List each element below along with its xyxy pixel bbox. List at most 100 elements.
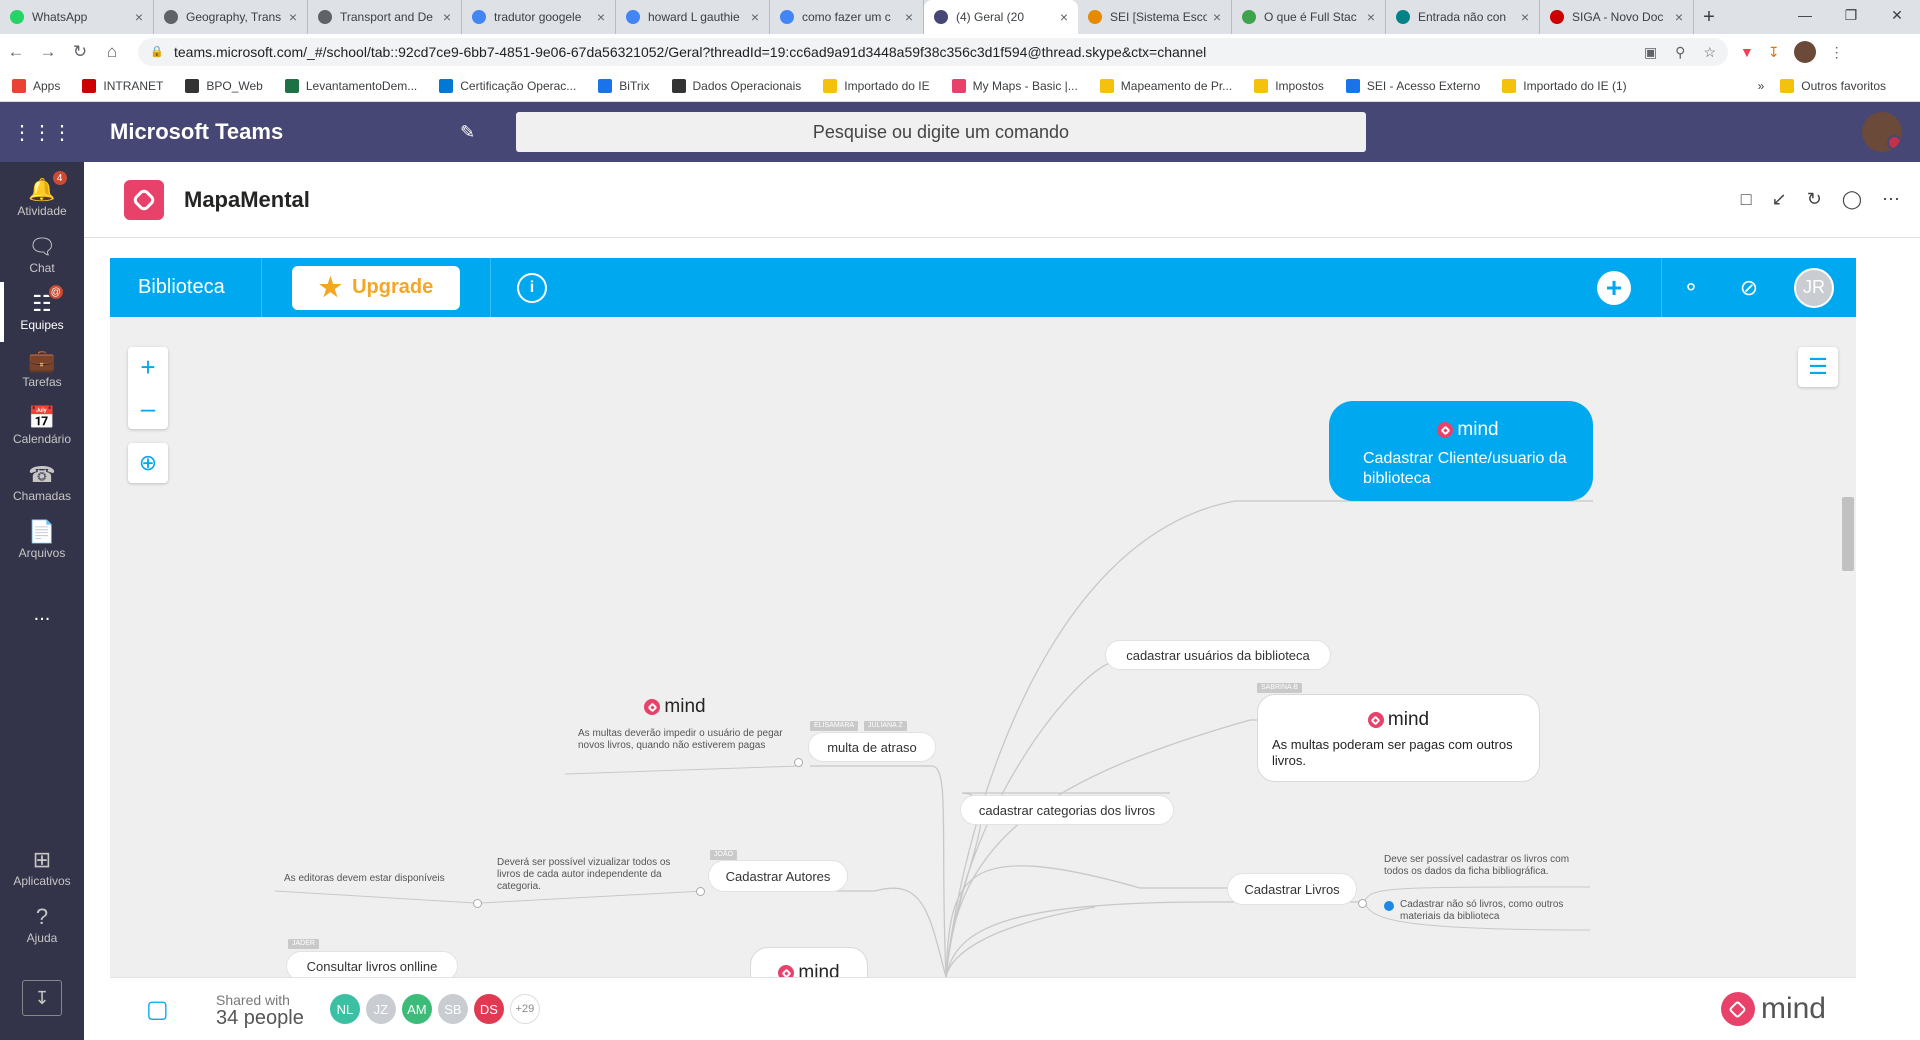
bookmark-item[interactable]: Mapeamento de Pr... bbox=[1099, 78, 1232, 93]
node-consultar[interactable]: Consultar livros onlline bbox=[286, 951, 458, 977]
bookmarks-overflow-icon[interactable]: » bbox=[1758, 79, 1765, 93]
add-map-button[interactable]: + bbox=[1597, 270, 1631, 305]
close-window-icon[interactable]: ✕ bbox=[1874, 0, 1920, 30]
node-cadastrar-usuarios[interactable]: cadastrar usuários da biblioteca bbox=[1105, 640, 1331, 670]
main-topic-node[interactable]: mind Cadastrar Cliente/usuario da biblio… bbox=[1329, 401, 1593, 501]
close-tab-icon[interactable]: × bbox=[751, 9, 759, 25]
collapse-icon[interactable]: ↙ bbox=[1772, 189, 1787, 210]
bookmark-item[interactable]: BiTrix bbox=[598, 78, 650, 93]
minimize-icon[interactable]: — bbox=[1782, 0, 1828, 30]
reload-icon[interactable]: ↻ bbox=[64, 42, 96, 62]
node-autores[interactable]: Cadastrar Autores bbox=[708, 860, 848, 892]
collapse-dot[interactable] bbox=[794, 758, 803, 767]
globe-icon[interactable]: ◯ bbox=[1842, 189, 1862, 210]
browser-tab[interactable]: SEI [Sistema Esco × bbox=[1078, 0, 1232, 34]
collaborator-avatar[interactable]: SB bbox=[437, 994, 468, 1024]
block-icon[interactable]: ⊘ bbox=[1720, 275, 1778, 301]
bookmark-item[interactable]: BPO_Web bbox=[185, 78, 263, 93]
node-multa-atraso[interactable]: multa de atraso bbox=[808, 732, 936, 762]
browser-tab[interactable]: howard L gauthie × bbox=[616, 0, 770, 34]
bookmark-item[interactable]: Apps bbox=[12, 78, 60, 93]
profile-avatar[interactable] bbox=[1793, 41, 1816, 63]
bookmark-item[interactable]: Importado do IE (1) bbox=[1502, 78, 1627, 93]
collaborator-avatar[interactable]: AM bbox=[401, 994, 432, 1024]
star-icon[interactable]: ☆ bbox=[1703, 44, 1716, 61]
browser-tab[interactable]: Transport and De × bbox=[308, 0, 462, 34]
rail-item-calendário[interactable]: 📅 Calendário bbox=[0, 404, 84, 446]
refresh-icon[interactable]: ↻ bbox=[1807, 189, 1822, 210]
close-tab-icon[interactable]: × bbox=[1675, 9, 1683, 25]
upgrade-button[interactable]: ★ Upgrade bbox=[292, 265, 460, 310]
browser-tab[interactable]: tradutor googele × bbox=[462, 0, 616, 34]
node-livros[interactable]: Cadastrar Livros bbox=[1227, 873, 1357, 905]
home-icon[interactable]: ⌂ bbox=[96, 42, 128, 62]
rail-item-arquivos[interactable]: 📄 Arquivos bbox=[0, 518, 84, 560]
more-collaborators[interactable]: +29 bbox=[509, 994, 540, 1024]
browser-tab[interactable]: WhatsApp × bbox=[0, 0, 154, 34]
collapse-dot[interactable] bbox=[473, 899, 482, 908]
user-avatar[interactable]: JR bbox=[1794, 267, 1834, 308]
close-tab-icon[interactable]: × bbox=[1213, 9, 1221, 25]
zoom-icon[interactable]: ⚲ bbox=[1675, 44, 1685, 61]
monitor-icon[interactable]: ▢ bbox=[146, 995, 186, 1024]
collaborator-avatar[interactable]: DS bbox=[473, 994, 504, 1024]
browser-tab[interactable]: Geography, Trans × bbox=[154, 0, 308, 34]
avatar[interactable] bbox=[1862, 112, 1902, 152]
bookmark-item[interactable]: Impostos bbox=[1254, 78, 1324, 93]
mindmap-canvas[interactable]: + – ⊕ ☰ mind Cadastrar Cliente/usuario d… bbox=[110, 317, 1856, 977]
share-icon[interactable]: ⚬ bbox=[1662, 275, 1720, 301]
rail-item-chat[interactable]: 🗨 Chat bbox=[0, 233, 84, 275]
vertical-scrollbar[interactable] bbox=[1842, 497, 1854, 571]
zoom-in-icon[interactable]: + bbox=[140, 352, 155, 383]
pocket-icon[interactable]: ▼ bbox=[1740, 44, 1754, 60]
search-input[interactable]: Pesquise ou digite um comando bbox=[516, 112, 1366, 152]
camera-icon[interactable]: ▣ bbox=[1644, 44, 1657, 61]
rail-item-equipes[interactable]: ☷ @ Equipes bbox=[0, 282, 84, 342]
rail-item-more[interactable]: ... bbox=[0, 575, 84, 626]
node-categorias[interactable]: cadastrar categorias dos livros bbox=[960, 795, 1174, 825]
library-button[interactable]: Biblioteca bbox=[110, 258, 262, 317]
bookmark-item[interactable]: Dados Operacionais bbox=[671, 78, 801, 93]
more-options-icon[interactable]: ⋯ bbox=[1882, 189, 1900, 210]
restore-icon[interactable]: ❐ bbox=[1828, 0, 1874, 30]
close-tab-icon[interactable]: × bbox=[135, 9, 143, 25]
new-tab-button[interactable]: + bbox=[1694, 0, 1724, 34]
hamburger-menu-icon[interactable]: ☰ bbox=[1798, 347, 1838, 387]
kebab-menu-icon[interactable]: ⋮ bbox=[1830, 44, 1844, 61]
new-chat-icon[interactable]: ✎ bbox=[460, 122, 500, 143]
collaborator-avatar[interactable]: JZ bbox=[365, 994, 396, 1024]
bookmark-other[interactable]: Outros favoritos bbox=[1780, 78, 1886, 93]
browser-tab[interactable]: SIGA - Novo Doc × bbox=[1540, 0, 1694, 34]
collaborator-avatar[interactable]: NL bbox=[329, 994, 360, 1024]
close-tab-icon[interactable]: × bbox=[1367, 9, 1375, 25]
collapse-dot[interactable] bbox=[1358, 899, 1367, 908]
node-partial[interactable]: mind bbox=[750, 947, 868, 977]
rail-item-atividade[interactable]: 🔔 4 Atividade bbox=[0, 170, 84, 218]
center-map-icon[interactable]: ⊕ bbox=[128, 443, 168, 483]
bookmark-item[interactable]: INTRANET bbox=[82, 78, 163, 93]
browser-tab[interactable]: Entrada não con × bbox=[1386, 0, 1540, 34]
close-tab-icon[interactable]: × bbox=[289, 9, 297, 25]
forward-icon[interactable]: → bbox=[32, 42, 64, 62]
bookmark-item[interactable]: My Maps - Basic |... bbox=[951, 78, 1078, 93]
close-tab-icon[interactable]: × bbox=[443, 9, 451, 25]
app-launcher-icon[interactable]: ⋮⋮⋮ bbox=[0, 120, 84, 145]
bookmark-item[interactable]: LevantamentoDem... bbox=[284, 78, 417, 93]
url-input[interactable]: 🔒 teams.microsoft.com/_#/school/tab::92c… bbox=[138, 38, 1728, 66]
browser-tab[interactable]: como fazer um c × bbox=[770, 0, 924, 34]
info-icon[interactable]: i bbox=[517, 272, 547, 303]
browser-tab[interactable]: O que é Full Stac × bbox=[1232, 0, 1386, 34]
close-tab-icon[interactable]: × bbox=[1521, 9, 1529, 25]
bookmark-item[interactable]: Importado do IE bbox=[823, 78, 930, 93]
close-tab-icon[interactable]: × bbox=[1060, 9, 1068, 25]
close-tab-icon[interactable]: × bbox=[905, 9, 913, 25]
bookmark-item[interactable]: Certificação Operac... bbox=[439, 78, 576, 93]
rail-item-aplicativos[interactable]: ⊞ Aplicativos bbox=[0, 846, 84, 888]
download-icon[interactable]: ↧ bbox=[1768, 44, 1780, 61]
download-app-button[interactable]: ↧ bbox=[0, 980, 84, 1016]
collapse-dot[interactable] bbox=[696, 887, 705, 896]
conversation-icon[interactable]: □ bbox=[1741, 189, 1752, 210]
back-icon[interactable]: ← bbox=[0, 42, 32, 62]
node-multas-pagas[interactable]: mind As multas poderam ser pagas com out… bbox=[1257, 694, 1540, 782]
close-tab-icon[interactable]: × bbox=[597, 9, 605, 25]
